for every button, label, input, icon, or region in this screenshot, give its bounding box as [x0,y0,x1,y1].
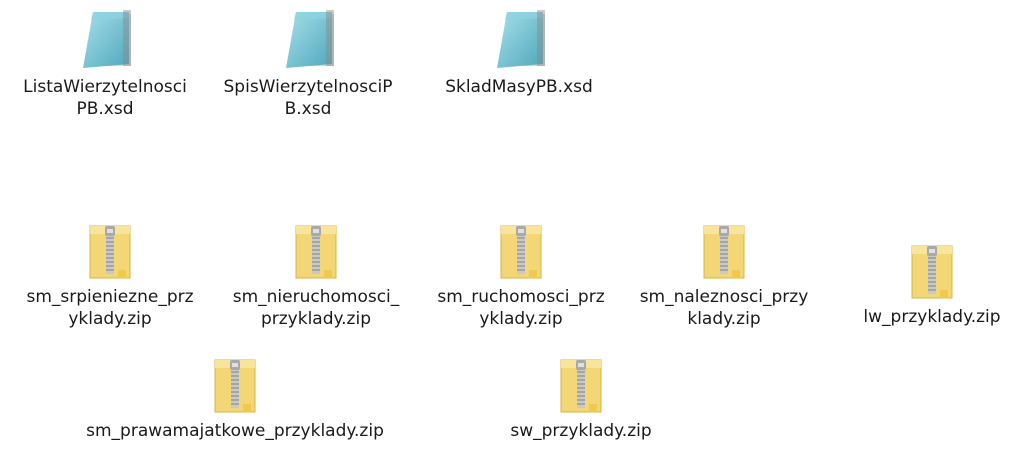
zip-folder-icon [295,225,337,279]
file-item-sm-ruchomosci-przyklady-zip[interactable]: sm_ruchomosci_prz yklady.zip [421,222,621,330]
file-item-spiswierzytelnoscipb-xsd[interactable]: SpisWierzytelnosciP B.xsd [213,8,403,120]
zip-folder-icon [500,225,542,279]
file-label: sm_naleznosci_przy klady.zip [639,287,809,329]
file-label: sm_nieruchomosci_ przyklady.zip [232,287,400,329]
file-explorer-view: ListaWierzytelnosci PB.xsd SpisWierzytel… [0,0,1024,450]
file-item-sm-prawamajatkowe-przyklady-zip[interactable]: sm_prawamajatkowe_przyklady.zip [40,356,430,442]
file-item-lw-przyklady-zip[interactable]: lw_przyklady.zip [842,242,1022,328]
file-label: SkladMasyPB.xsd [445,77,593,97]
zip-folder-icon [214,359,256,413]
file-label: SpisWierzytelnosciP B.xsd [223,77,393,119]
file-label: sm_srpieniezne_prz yklady.zip [26,287,194,329]
xsd-document-icon [286,10,334,68]
file-item-listawierzytelnoscipb-xsd[interactable]: ListaWierzytelnosci PB.xsd [10,8,200,120]
file-label: sm_ruchomosci_prz yklady.zip [437,287,605,329]
zip-folder-icon [560,359,602,413]
xsd-document-icon [83,10,131,68]
file-label: sw_przyklady.zip [510,421,652,441]
zip-folder-icon [703,225,745,279]
file-item-skladmasypb-xsd[interactable]: SkladMasyPB.xsd [424,8,614,98]
xsd-document-icon [497,10,545,68]
file-item-sm-nieruchomosci-przyklady-zip[interactable]: sm_nieruchomosci_ przyklady.zip [216,222,416,330]
file-label: lw_przyklady.zip [863,307,1001,327]
file-label: sm_prawamajatkowe_przyklady.zip [86,421,384,441]
file-item-sw-przyklady-zip[interactable]: sw_przyklady.zip [486,356,676,442]
zip-folder-icon [89,225,131,279]
file-label: ListaWierzytelnosci PB.xsd [23,77,187,119]
file-item-sm-srpieniezne-przyklady-zip[interactable]: sm_srpieniezne_prz yklady.zip [10,222,210,330]
zip-folder-icon [911,245,953,299]
file-item-sm-naleznosci-przyklady-zip[interactable]: sm_naleznosci_przy klady.zip [624,222,824,330]
